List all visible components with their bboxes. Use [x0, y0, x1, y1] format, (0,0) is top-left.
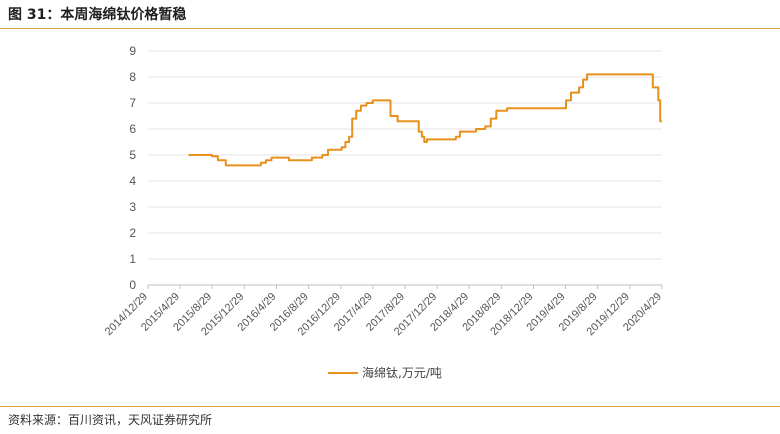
y-tick-label: 1: [129, 252, 136, 266]
y-tick-label: 7: [129, 96, 136, 110]
series-line-titanium-sponge: [188, 73, 662, 167]
y-axis-ticks: 0 1 2 3 4 5 6 7 8 9: [129, 44, 136, 292]
y-tick-label: 3: [129, 200, 136, 214]
figure-title: 图 31：本周海绵钛价格暂稳: [8, 7, 187, 23]
top-rule: [0, 28, 780, 29]
y-tick-label: 6: [129, 122, 136, 136]
y-tick-label: 5: [129, 148, 136, 162]
price-line-chart: 0 1 2 3 4 5 6 7 8 9 2014/12/292015/4/292015/8/292…: [103, 44, 664, 380]
source-note: 资料来源：百川资讯，天风证券研究所: [8, 413, 213, 427]
y-tick-label: 4: [129, 174, 136, 188]
y-tick-label: 8: [129, 70, 136, 84]
series-layer: [188, 73, 662, 167]
legend: 海绵钛,万元/吨: [328, 365, 442, 380]
x-tick-label: 2014/12/29: [103, 291, 150, 338]
x-axis-ticks: 2014/12/292015/4/292015/8/292015/12/2920…: [103, 285, 664, 338]
y-tick-label: 2: [129, 226, 136, 240]
y-tick-label: 9: [129, 44, 136, 58]
y-tick-label: 0: [129, 278, 136, 292]
gridlines: [148, 50, 662, 286]
bottom-rule: [0, 406, 780, 407]
legend-label: 海绵钛,万元/吨: [362, 365, 442, 380]
